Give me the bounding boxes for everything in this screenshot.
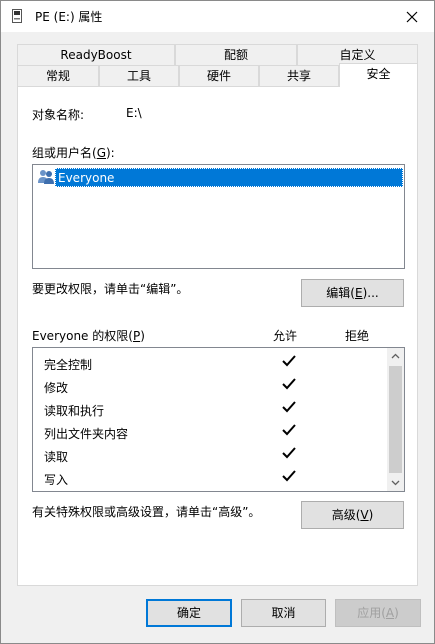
check-icon bbox=[282, 470, 296, 482]
check-icon bbox=[282, 424, 296, 436]
user-name: Everyone bbox=[55, 167, 403, 187]
permission-name: 列出文件夹内容 bbox=[44, 427, 129, 441]
permissions-header: Everyone 的权限(P) bbox=[32, 329, 145, 343]
permission-name: 修改 bbox=[44, 381, 69, 395]
edit-button[interactable]: 编辑(E)... bbox=[301, 279, 404, 307]
advanced-button[interactable]: 高级(V) bbox=[301, 501, 404, 529]
deny-column-header: 拒绝 bbox=[345, 329, 370, 343]
permission-row: 写入 bbox=[44, 467, 384, 490]
change-permissions-text: 要更改权限，请单击“编辑”。 bbox=[32, 282, 189, 296]
cancel-button[interactable]: 取消 bbox=[241, 599, 326, 627]
permission-row: 修改 bbox=[44, 375, 384, 398]
permissions-scrollbar[interactable] bbox=[387, 348, 404, 491]
check-icon bbox=[282, 355, 296, 367]
tab-label: ReadyBoost bbox=[60, 48, 132, 62]
object-name-value: E:\ bbox=[126, 106, 142, 120]
permission-name: 读取和执行 bbox=[44, 404, 105, 418]
tab-label: 硬件 bbox=[206, 69, 231, 83]
user-listbox[interactable]: Everyone bbox=[32, 164, 405, 269]
permission-row: 完全控制 bbox=[44, 352, 384, 375]
properties-window: PE (E:) 属性 ReadyBoost 配额 自定义 常规 工具 硬件 共享… bbox=[0, 0, 435, 644]
close-button[interactable] bbox=[389, 1, 434, 32]
tab-label: 共享 bbox=[286, 69, 311, 83]
title-bar[interactable]: PE (E:) 属性 bbox=[1, 1, 434, 32]
apply-button[interactable]: 应用(A) bbox=[335, 599, 421, 627]
permission-row: 列出文件夹内容 bbox=[44, 421, 384, 444]
tab-label: 配额 bbox=[223, 48, 248, 62]
window-title: PE (E:) 属性 bbox=[35, 10, 103, 24]
tab-label: 安全 bbox=[366, 67, 391, 81]
check-icon bbox=[282, 378, 296, 390]
tab-sharing[interactable]: 共享 bbox=[259, 65, 339, 86]
advanced-settings-text: 有关特殊权限或高级设置，请单击“高级”。 bbox=[32, 505, 261, 519]
group-user-label: 组或用户名(G): bbox=[32, 146, 115, 160]
ok-button[interactable]: 确定 bbox=[146, 599, 232, 627]
tab-general[interactable]: 常规 bbox=[17, 65, 99, 86]
close-icon bbox=[406, 11, 417, 22]
tab-label: 工具 bbox=[126, 69, 151, 83]
users-group-icon bbox=[38, 170, 54, 184]
scrollbar-thumb[interactable] bbox=[389, 366, 402, 473]
tab-tools[interactable]: 工具 bbox=[99, 65, 179, 86]
permissions-list[interactable]: 完全控制 修改 读取和执行 列出文件夹内容 读取 写入 bbox=[32, 347, 405, 492]
check-icon bbox=[282, 401, 296, 413]
permission-name: 完全控制 bbox=[44, 358, 93, 372]
tab-security[interactable]: 安全 bbox=[339, 63, 418, 87]
chevron-up-icon[interactable] bbox=[387, 348, 404, 365]
allow-column-header: 允许 bbox=[273, 329, 298, 343]
tab-label: 常规 bbox=[45, 69, 70, 83]
permission-row: 读取 bbox=[44, 444, 384, 467]
permission-name: 读取 bbox=[44, 450, 69, 464]
tab-label: 自定义 bbox=[339, 48, 376, 62]
permission-row: 读取和执行 bbox=[44, 398, 384, 421]
list-item[interactable]: Everyone bbox=[37, 167, 403, 187]
tab-quota[interactable]: 配额 bbox=[175, 44, 297, 65]
check-icon bbox=[282, 447, 296, 459]
object-name-label: 对象名称: bbox=[32, 108, 85, 122]
tab-readyboost[interactable]: ReadyBoost bbox=[17, 44, 175, 65]
tab-hardware[interactable]: 硬件 bbox=[179, 65, 259, 86]
drive-icon bbox=[12, 9, 22, 23]
chevron-down-icon[interactable] bbox=[387, 474, 404, 491]
security-panel: 对象名称: E:\ 组或用户名(G): Everyone 要更改权限，请单击“编… bbox=[17, 86, 418, 586]
permission-name: 写入 bbox=[44, 473, 69, 487]
tab-customize[interactable]: 自定义 bbox=[297, 44, 418, 65]
